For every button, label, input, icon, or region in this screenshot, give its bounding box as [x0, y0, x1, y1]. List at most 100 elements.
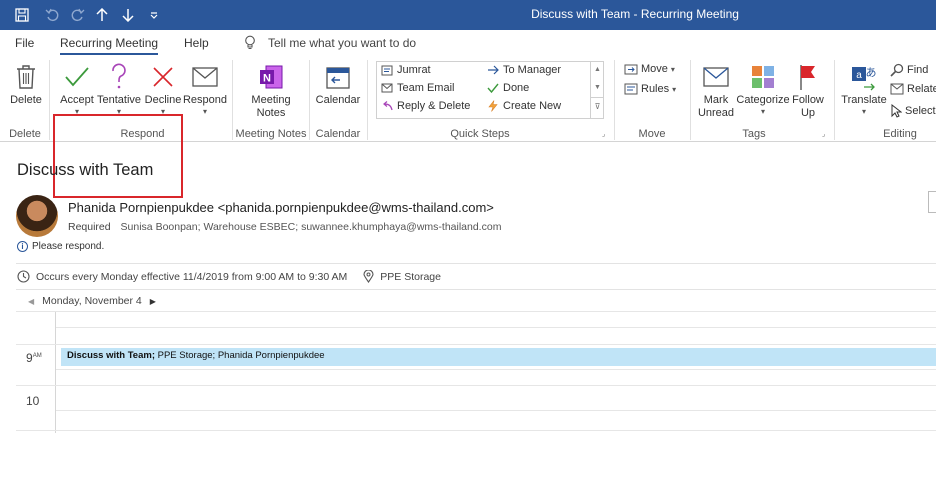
sender-name[interactable]: Phanida Pornpienpukdee <phanida.pornpien…: [68, 200, 494, 215]
appointment-block[interactable]: Discuss with Team; PPE Storage; Phanida …: [58, 348, 936, 366]
decline-button[interactable]: Decline ▾: [143, 60, 183, 122]
group-label-delete: Delete: [9, 128, 41, 140]
undo-icon[interactable]: [40, 0, 64, 30]
tab-recurring-meeting[interactable]: Recurring Meeting: [60, 36, 159, 55]
tell-me-search[interactable]: Tell me what you want to do: [268, 36, 416, 50]
svg-text:あ: あ: [866, 66, 877, 79]
save-icon[interactable]: [10, 0, 34, 30]
follow-up-button[interactable]: Follow Up: [790, 60, 826, 122]
flag-icon: [797, 60, 819, 94]
info-text: Please respond.: [32, 241, 105, 252]
previous-day-icon[interactable]: ◀: [28, 297, 34, 306]
meeting-subject: Discuss with Team: [17, 161, 154, 179]
quick-step-done[interactable]: Done: [487, 82, 529, 94]
recurrence-line: Occurs every Monday effective 11/4/2019 …: [17, 270, 441, 283]
next-day-icon[interactable]: ▶: [150, 297, 156, 306]
time-column-divider: [55, 311, 56, 433]
required-attendees-line: Required Sunisa Boonpan; Warehouse ESBEC…: [68, 221, 501, 233]
envelope-icon: [191, 60, 219, 94]
dialog-launcher-icon[interactable]: ⌟: [602, 130, 605, 138]
move-button[interactable]: Move ▾: [624, 63, 675, 75]
calendar-preview-grid: 9AM Discuss with Team; PPE Storage; Phan…: [16, 311, 936, 433]
group-label-quick-steps: Quick Steps: [450, 128, 510, 140]
dialog-launcher-icon[interactable]: ⌟: [822, 130, 825, 138]
ribbon-separator: [690, 60, 691, 140]
arrow-down-icon[interactable]: [116, 0, 140, 30]
quick-step-create-new[interactable]: Create New: [487, 100, 561, 112]
quick-step-label: To Manager: [503, 64, 562, 76]
location-text: PPE Storage: [380, 270, 441, 283]
rules-button[interactable]: Rules ▾: [624, 83, 676, 95]
quick-step-team-email[interactable]: Team Email: [381, 82, 454, 94]
required-attendees[interactable]: Sunisa Boonpan; Warehouse ESBEC; suwanne…: [121, 221, 502, 233]
categorize-label: Categorize: [736, 94, 790, 106]
ribbon-separator: [49, 60, 50, 140]
meeting-notes-button[interactable]: N Meeting Notes: [246, 60, 296, 122]
question-mark-icon: [110, 60, 128, 94]
svg-text:N: N: [263, 73, 271, 85]
quick-step-jumrat[interactable]: Jumrat: [381, 64, 431, 76]
group-label-move: Move: [638, 128, 666, 140]
cursor-arrow-icon: [891, 104, 902, 118]
delete-label: Delete: [10, 94, 42, 106]
clock-icon: [17, 270, 30, 283]
find-button[interactable]: Find: [890, 63, 928, 77]
tab-file[interactable]: File: [15, 36, 34, 50]
accept-button[interactable]: Accept ▾: [58, 60, 96, 122]
divider: [16, 289, 936, 290]
calendar-icon: [325, 60, 351, 94]
chevron-down-icon: ▾: [861, 107, 866, 116]
translate-icon: aあ: [850, 60, 878, 94]
mark-unread-label-1: Mark: [703, 94, 729, 106]
quick-step-label: Jumrat: [397, 64, 431, 76]
quick-steps-scrollbar[interactable]: ▲ ▼ ⊽: [590, 61, 604, 119]
calendar-button[interactable]: Calendar: [314, 60, 362, 122]
select-button[interactable]: Select: [890, 104, 936, 118]
arrow-right-icon: [488, 65, 499, 75]
svg-text:a: a: [856, 70, 862, 81]
quick-step-to-manager[interactable]: To Manager: [487, 64, 561, 76]
info-icon: i: [17, 241, 28, 252]
sender-avatar[interactable]: [16, 195, 58, 237]
translate-button[interactable]: aあ Translate ▾: [840, 60, 888, 122]
quick-step-label: Done: [503, 82, 530, 94]
customize-qat-icon[interactable]: [142, 0, 166, 30]
grid-line: [56, 410, 936, 411]
rules-icon: [624, 83, 638, 95]
chevron-down-icon: ▾: [760, 107, 765, 116]
chevron-down-icon: ▾: [202, 107, 207, 116]
group-label-tags: Tags: [742, 128, 766, 140]
tentative-label: Tentative: [96, 94, 142, 106]
tentative-button[interactable]: Tentative ▾: [96, 60, 142, 122]
group-label-calendar: Calendar: [315, 128, 361, 140]
menu-bar: File Recurring Meeting Help Tell me what…: [0, 30, 936, 56]
follow-up-label: Follow: [792, 94, 824, 106]
envelope-icon: [381, 83, 393, 93]
ribbon-separator: [367, 60, 368, 140]
expand-gallery-icon[interactable]: ⊽: [591, 97, 604, 117]
respond-button[interactable]: Respond ▾: [183, 60, 227, 122]
related-button[interactable]: Relate: [890, 83, 936, 95]
lightbulb-icon: [244, 35, 256, 55]
quick-step-label: Team Email: [397, 82, 455, 94]
calendar-date: Monday, November 4: [42, 295, 142, 307]
respond-highlight-box: [53, 114, 183, 198]
redo-icon[interactable]: [66, 0, 90, 30]
quick-step-reply-delete[interactable]: Reply & Delete: [381, 100, 470, 112]
lightning-icon: [488, 100, 498, 112]
ribbon-separator: [232, 60, 233, 140]
scroll-up-icon[interactable]: ▲: [591, 61, 604, 79]
mark-unread-button[interactable]: Mark Unread: [696, 60, 736, 122]
categorize-button[interactable]: Categorize ▾: [736, 60, 790, 122]
delete-button[interactable]: Delete: [8, 60, 44, 122]
recurrence-text: Occurs every Monday effective 11/4/2019 …: [36, 270, 348, 283]
arrow-up-icon[interactable]: [90, 0, 114, 30]
rules-label: Rules: [641, 83, 670, 95]
chevron-down-icon: ▾: [672, 84, 677, 94]
scroll-down-icon[interactable]: ▼: [591, 79, 604, 97]
expand-header-button[interactable]: [928, 191, 936, 213]
decline-label: Decline: [144, 94, 182, 106]
hour-number: 9: [26, 351, 33, 365]
group-label-editing: Editing: [883, 128, 917, 140]
tab-help[interactable]: Help: [184, 36, 209, 50]
